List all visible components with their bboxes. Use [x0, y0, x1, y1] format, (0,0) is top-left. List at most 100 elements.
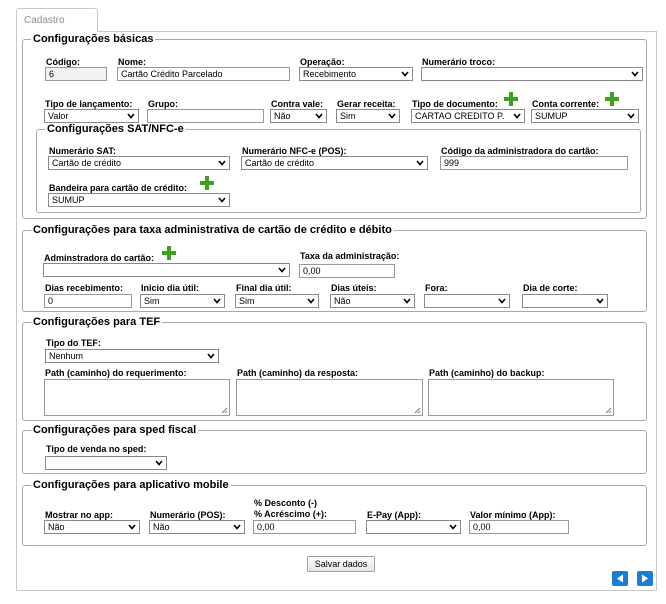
dias-uteis-select[interactable]: Não: [330, 294, 415, 308]
numerario-sat-select[interactable]: Cartão de crédito: [48, 156, 230, 170]
tipo-tef-select[interactable]: Nenhum: [45, 349, 219, 363]
fora-select[interactable]: [424, 294, 510, 308]
operacao-label: Operação:: [300, 57, 345, 67]
tef-legend: Configurações para TEF: [33, 316, 161, 328]
resize-grip-icon: [221, 407, 228, 414]
conta-corrente-label: Conta corrente:: [532, 99, 600, 109]
chevron-down-icon: [213, 298, 221, 304]
tipo-venda-label: Tipo de venda no sped:: [46, 444, 147, 454]
tipo-lancamento-label: Tipo de lançamento:: [45, 99, 133, 109]
chevron-down-icon: [155, 460, 163, 466]
numerario-pos-select[interactable]: Não: [149, 520, 245, 534]
valor-minimo-label: Valor mínimo (App):: [470, 510, 556, 520]
arrow-right-icon: [642, 574, 648, 583]
conta-corrente-select[interactable]: SUMUP: [531, 109, 639, 123]
operacao-select[interactable]: Recebimento: [299, 67, 413, 81]
administradora-select[interactable]: [43, 263, 290, 277]
tipo-documento-select[interactable]: CARTAO CREDITO P.: [411, 109, 525, 123]
chevron-down-icon: [449, 524, 457, 530]
numerario-nfce-label: Numerário NFC-e (POS):: [242, 146, 347, 156]
numerario-sat-value: Cartão de crédito: [52, 158, 122, 168]
tab-cadastro[interactable]: Cadastro: [16, 8, 98, 32]
contra-vale-select[interactable]: Não: [270, 109, 327, 123]
codigo-field[interactable]: 6: [45, 67, 107, 81]
chevron-down-icon: [401, 71, 409, 77]
bandeira-label: Bandeira para cartão de crédito:: [49, 183, 188, 193]
add-conta-corrente-plus-icon[interactable]: [605, 92, 619, 106]
numerario-sat-label: Numerário SAT:: [49, 146, 116, 156]
path-requerimento-label: Path (caminho) do requerimento:: [45, 368, 187, 378]
administradora-label: Adminstradora do cartão:: [44, 253, 155, 263]
fora-label: Fora:: [425, 283, 448, 293]
chevron-down-icon: [498, 298, 506, 304]
cadastro-panel: Configurações básicas Código: 6 Nome: Ca…: [16, 31, 657, 591]
bandeira-value: SUMUP: [52, 195, 85, 205]
gerar-receita-label: Gerar receita:: [337, 99, 396, 109]
epay-label: E-Pay (App):: [367, 510, 421, 520]
add-tipo-documento-plus-icon[interactable]: [504, 92, 518, 106]
arrow-left-icon: [617, 574, 623, 583]
numerario-troco-label: Numerário troco:: [422, 57, 496, 67]
numerario-nfce-select[interactable]: Cartão de crédito: [241, 156, 428, 170]
numerario-troco-select[interactable]: [421, 67, 643, 81]
tipo-lancamento-value: Valor: [48, 111, 69, 121]
next-button[interactable]: [637, 571, 653, 586]
valor-minimo-field[interactable]: 0,00: [469, 520, 569, 534]
chevron-down-icon: [388, 113, 396, 119]
mostrar-app-value: Não: [48, 522, 65, 532]
chevron-down-icon: [596, 298, 604, 304]
mostrar-app-select[interactable]: Não: [44, 520, 140, 534]
basic-config-legend: Configurações básicas: [33, 33, 154, 45]
path-resposta-textarea[interactable]: [236, 379, 423, 416]
sat-nfce-legend: Configurações SAT/NFC-e: [47, 123, 184, 135]
codigo-label: Código:: [46, 57, 80, 67]
codigo-adm-field[interactable]: 999: [440, 156, 628, 170]
chevron-down-icon: [315, 113, 323, 119]
taxa-adm-field[interactable]: 0,00: [299, 264, 395, 278]
mostrar-app-label: Mostrar no app:: [45, 510, 114, 520]
conta-corrente-value: SUMUP: [535, 111, 568, 121]
add-administradora-plus-icon[interactable]: [162, 246, 176, 260]
final-dia-util-label: Final dia útil:: [236, 283, 292, 293]
tipo-tef-value: Nenhum: [49, 351, 84, 361]
grupo-field[interactable]: [147, 109, 264, 123]
taxa-legend: Configurações para taxa administrativa d…: [33, 224, 392, 236]
gerar-receita-value: Sim: [340, 111, 356, 121]
resize-grip-icon: [605, 407, 612, 414]
chevron-down-icon: [127, 113, 135, 119]
nome-field[interactable]: Cartão Crédito Parcelado: [117, 67, 290, 81]
epay-select[interactable]: [366, 520, 461, 534]
dias-recebimento-label: Dias recebimento:: [45, 283, 124, 293]
desconto-field[interactable]: 0,00: [253, 520, 356, 534]
operacao-value: Recebimento: [303, 69, 357, 79]
dia-corte-select[interactable]: [522, 294, 608, 308]
numerario-nfce-value: Cartão de crédito: [245, 158, 315, 168]
tipo-venda-select[interactable]: [45, 456, 167, 470]
chevron-down-icon: [307, 298, 315, 304]
inicio-dia-util-select[interactable]: Sim: [140, 294, 225, 308]
tab-cadastro-label: Cadastro: [24, 15, 65, 26]
tipo-lancamento-select[interactable]: Valor: [44, 109, 139, 123]
path-backup-textarea[interactable]: [428, 379, 614, 416]
dias-recebimento-field[interactable]: 0: [44, 294, 132, 308]
path-requerimento-textarea[interactable]: [44, 379, 230, 416]
inicio-dia-util-value: Sim: [144, 296, 160, 306]
tipo-documento-value: CARTAO CREDITO P.: [415, 111, 505, 121]
save-button[interactable]: Salvar dados: [307, 556, 375, 572]
final-dia-util-select[interactable]: Sim: [235, 294, 319, 308]
desconto-label-line1: % Desconto (-): [254, 498, 317, 508]
path-backup-label: Path (caminho) do backup:: [429, 368, 545, 378]
chevron-down-icon: [627, 113, 635, 119]
previous-button[interactable]: [612, 571, 628, 586]
nome-label: Nome:: [118, 57, 147, 67]
bandeira-select[interactable]: SUMUP: [48, 193, 230, 207]
dia-corte-label: Dia de corte:: [523, 283, 578, 293]
chevron-down-icon: [416, 160, 424, 166]
chevron-down-icon: [278, 267, 286, 273]
path-resposta-label: Path (caminho) da resposta:: [237, 368, 359, 378]
numerario-pos-value: Não: [153, 522, 170, 532]
add-bandeira-plus-icon[interactable]: [200, 176, 214, 190]
chevron-down-icon: [233, 524, 241, 530]
contra-vale-label: Contra vale:: [271, 99, 324, 109]
gerar-receita-select[interactable]: Sim: [336, 109, 400, 123]
